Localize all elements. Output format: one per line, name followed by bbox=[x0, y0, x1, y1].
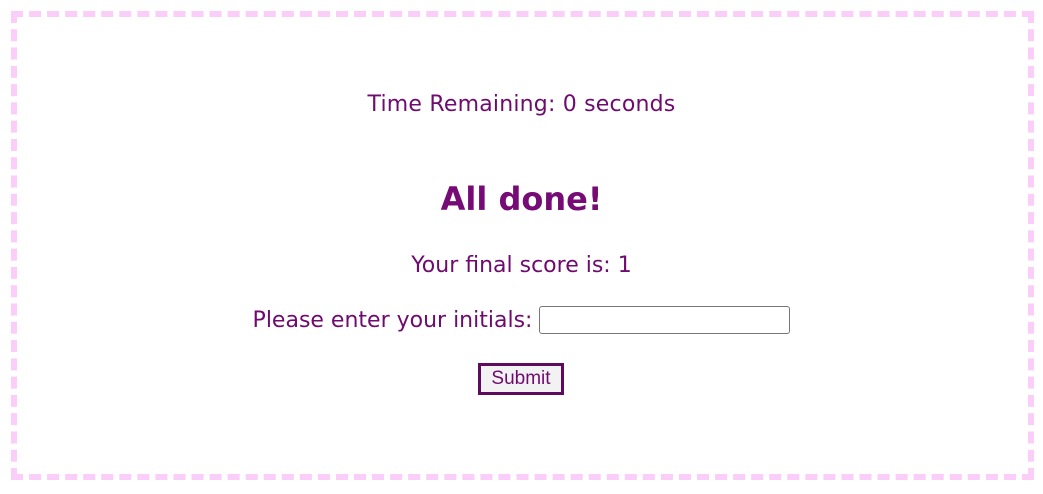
submit-button[interactable]: Submit bbox=[478, 363, 564, 395]
quiz-container bbox=[11, 11, 1034, 480]
page-title: All done! bbox=[440, 180, 603, 218]
initials-label: Please enter your initials: bbox=[252, 307, 533, 333]
final-score: Your final score is: 1 bbox=[411, 253, 632, 278]
initials-form: Please enter your initials: bbox=[0, 306, 1043, 334]
initials-input[interactable] bbox=[539, 306, 791, 334]
time-remaining: Time Remaining: 0 seconds bbox=[367, 92, 676, 117]
